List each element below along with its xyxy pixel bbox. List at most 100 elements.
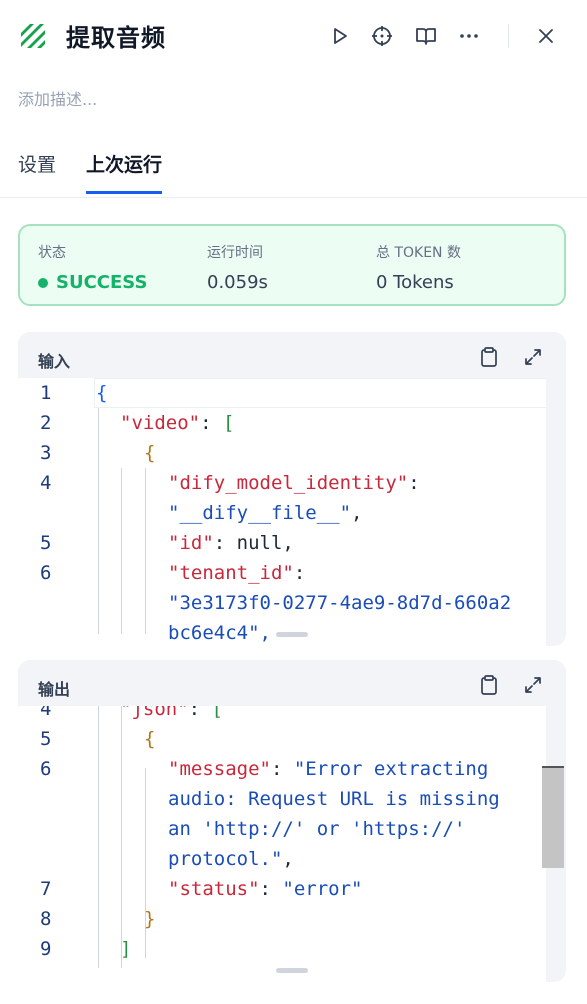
code-line: an 'http://' or 'https://' <box>18 814 546 844</box>
run-status-card: 状态 SUCCESS 运行时间 0.059s 总 TOKEN 数 0 Token… <box>18 224 566 306</box>
code-text: "dify_model_identity": <box>168 468 420 498</box>
code-text: { <box>144 438 155 468</box>
clipboard-icon[interactable] <box>476 344 502 370</box>
line-number: 4 <box>40 706 52 720</box>
code-token: : [ <box>189 706 223 720</box>
input-panel-title: 输入 <box>38 352 71 371</box>
tab-bar: 设置 上次运行 <box>0 140 587 198</box>
code-text: "video": [ <box>120 408 234 438</box>
code-token: "status" <box>168 878 260 900</box>
clipboard-icon[interactable] <box>476 672 502 698</box>
code-line: 8} <box>18 904 546 934</box>
vertical-scrollbar[interactable] <box>542 768 564 868</box>
code-line: 5 "id": null, <box>18 528 546 558</box>
code-token: protocol." <box>168 848 283 870</box>
token-stat: 总 TOKEN 数 0 Tokens <box>376 242 461 293</box>
code-token: "3e3173f0-0277-4ae9-8d7d-660a2 <box>168 592 512 614</box>
code-text: ] <box>120 934 131 964</box>
line-number: 8 <box>40 908 52 930</box>
output-code-editor[interactable]: 4 "json": [5{6 "message": "Error extractin… <box>18 706 546 982</box>
code-text: } <box>144 904 155 934</box>
code-text: "tenant_id": <box>168 558 305 588</box>
code-line: 4 "json": [ <box>18 706 546 724</box>
node-title[interactable]: 提取音频 <box>66 18 166 53</box>
code-text: { <box>144 724 155 754</box>
line-number: 2 <box>40 412 52 434</box>
code-text: { <box>96 378 107 408</box>
header-divider <box>508 24 509 48</box>
code-text: protocol.", <box>168 844 294 874</box>
code-text: "message": "Error extracting <box>168 754 488 784</box>
code-text: "id": null, <box>168 528 294 558</box>
expand-icon[interactable] <box>520 344 546 370</box>
code-line: 5{ <box>18 724 546 754</box>
code-token: } <box>144 908 156 930</box>
code-token: { <box>144 442 156 464</box>
code-line: 7 "status": "error" <box>18 874 546 904</box>
tab-last-run[interactable]: 上次运行 <box>86 150 163 194</box>
code-line: 6 "message": "Error extracting <box>18 754 546 784</box>
code-token: audio: Request URL is missing <box>168 788 500 810</box>
code-token: : <box>408 472 420 494</box>
code-token: an 'http://' or 'https://' <box>168 818 466 840</box>
output-panel-header: 输出 <box>18 660 566 706</box>
play-icon[interactable] <box>326 22 354 50</box>
time-value: 0.059s <box>207 272 268 293</box>
status-stat: 状态 SUCCESS <box>38 242 147 293</box>
line-number: 4 <box>40 472 52 494</box>
expand-icon[interactable] <box>520 672 546 698</box>
horizontal-scrollbar[interactable] <box>276 968 308 973</box>
code-token: "dify_model_identity" <box>168 472 409 494</box>
code-text: audio: Request URL is missing <box>168 784 500 814</box>
close-icon[interactable] <box>532 22 560 50</box>
code-line: 6 "tenant_id": <box>18 558 546 588</box>
bracket-token: [ <box>211 706 223 720</box>
line-number: 9 <box>40 938 52 960</box>
code-text: "status": "error" <box>168 874 362 904</box>
code-line: audio: Request URL is missing <box>18 784 546 814</box>
time-label: 运行时间 <box>207 245 263 261</box>
description-input[interactable]: 添加描述... <box>18 86 97 110</box>
input-panel-header: 输入 <box>18 332 566 378</box>
book-icon[interactable] <box>412 22 440 50</box>
code-token: "tenant_id" <box>168 562 294 584</box>
crosshair-icon[interactable] <box>368 22 396 50</box>
code-text: "__dify__file__", <box>168 498 362 528</box>
line-number: 5 <box>40 728 52 750</box>
code-token: : <box>259 878 283 900</box>
token-label: 总 TOKEN 数 <box>376 245 461 261</box>
line-number: 3 <box>40 442 52 464</box>
more-icon[interactable] <box>455 22 483 50</box>
code-line: 2 "video": [ <box>18 408 546 438</box>
time-stat: 运行时间 0.059s <box>207 242 268 293</box>
code-extractor-icon <box>18 21 48 51</box>
code-text: an 'http://' or 'https://' <box>168 814 465 844</box>
code-token: { <box>144 728 156 750</box>
code-token: "json" <box>120 706 189 720</box>
code-text: "json": [ <box>120 706 223 724</box>
code-line: 9] <box>18 934 546 964</box>
line-number: 6 <box>40 562 52 584</box>
code-line: "__dify__file__", <box>18 498 546 528</box>
status-text: SUCCESS <box>56 272 148 293</box>
code-text: bc6e4c4", <box>168 618 271 646</box>
code-token: "error" <box>282 878 363 900</box>
status-label: 状态 <box>38 245 66 261</box>
code-token: : [ <box>200 412 235 434</box>
code-token: "message" <box>168 758 271 780</box>
code-token: "id" <box>168 532 214 554</box>
horizontal-scrollbar[interactable] <box>276 632 308 637</box>
line-number: 1 <box>40 382 52 404</box>
code-line: 1{ <box>18 378 546 408</box>
code-token: "__dify__file__" <box>168 502 352 524</box>
tab-settings[interactable]: 设置 <box>18 150 56 191</box>
code-line: "3e3173f0-0277-4ae9-8d7d-660a2 <box>18 588 546 618</box>
input-code-editor[interactable]: 1{2 "video": [3{4 "dify_model_identity": "_… <box>18 378 546 646</box>
code-token: "Error extracting <box>293 758 489 780</box>
code-token: { <box>96 382 108 404</box>
token-value: 0 Tokens <box>376 272 454 293</box>
code-token: , <box>282 848 294 870</box>
code-text: "3e3173f0-0277-4ae9-8d7d-660a2 <box>168 588 511 618</box>
code-token: : null, <box>213 532 294 554</box>
status-value: SUCCESS <box>38 272 147 293</box>
